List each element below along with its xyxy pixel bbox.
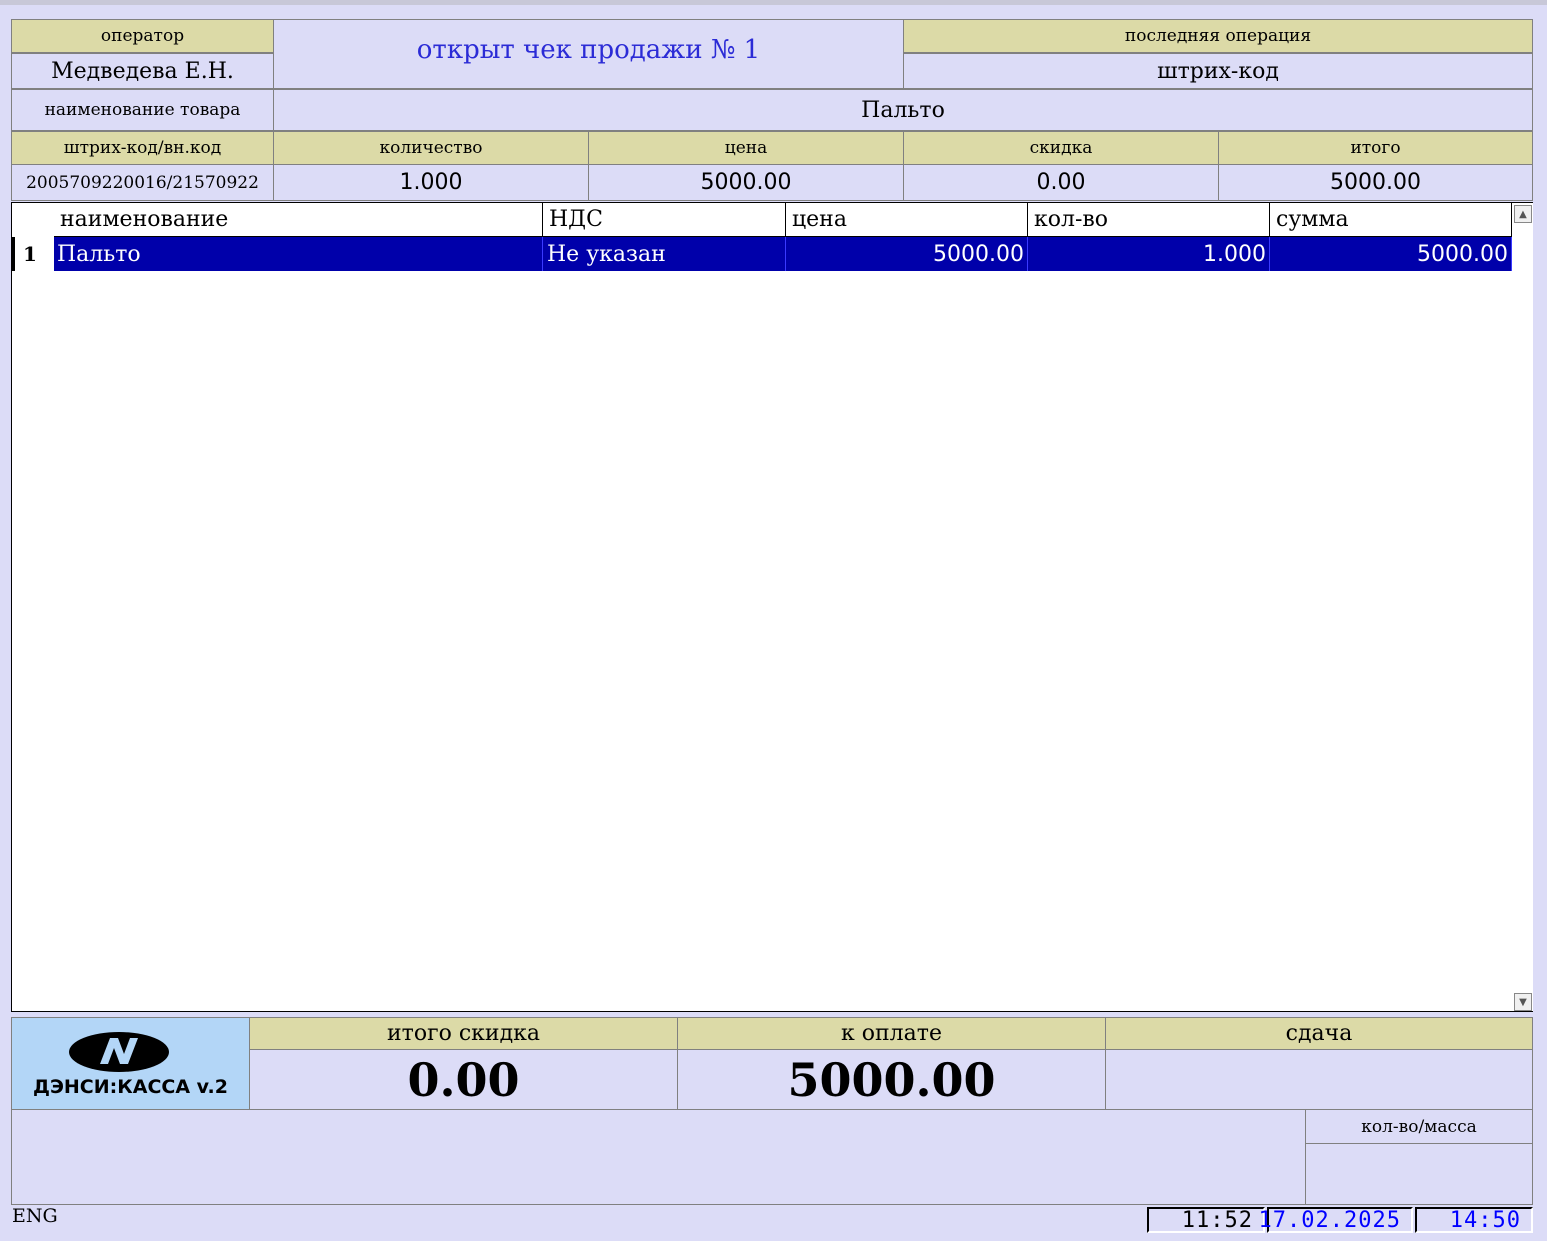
column-header-name[interactable]: наименование <box>54 203 543 237</box>
last-operation-label: последняя операция <box>903 19 1533 53</box>
top-border <box>0 0 1547 5</box>
change-label: сдача <box>1105 1017 1533 1050</box>
discount-value: 0.00 <box>903 164 1219 201</box>
column-header-qty[interactable]: кол-во <box>1028 203 1270 237</box>
clock-time-2: 14:50 <box>1415 1207 1533 1233</box>
change-value <box>1105 1049 1533 1110</box>
table-row-cell-vat[interactable]: Не указан <box>543 237 786 271</box>
price-label: цена <box>588 131 904 165</box>
column-header-price[interactable]: цена <box>786 203 1028 237</box>
check-status-title: открыт чек продажи № 1 <box>273 19 904 89</box>
qty-mass-label: кол-во/масса <box>1305 1109 1533 1144</box>
to-pay-value: 5000.00 <box>677 1049 1106 1110</box>
scroll-down-icon[interactable]: ▼ <box>1514 993 1532 1011</box>
operator-value: Медведева Е.Н. <box>11 53 274 89</box>
total-label: итого <box>1218 131 1533 165</box>
to-pay-label: к оплате <box>677 1017 1106 1050</box>
logo-text: ДЭНСИ:КАССА v.2 <box>33 1076 228 1098</box>
product-name-value: Пальто <box>273 89 1533 131</box>
price-value: 5000.00 <box>588 164 904 201</box>
total-discount-value: 0.00 <box>249 1049 678 1110</box>
column-header-sum[interactable]: сумма <box>1270 203 1512 237</box>
dancy-logo-icon <box>69 1032 169 1072</box>
row-number[interactable]: 1 <box>12 237 54 271</box>
items-table[interactable]: наименование НДС цена кол-во сумма 1 Пал… <box>11 202 1533 1012</box>
barcode-label: штрих-код/вн.код <box>11 131 274 165</box>
table-row-cell-sum[interactable]: 5000.00 <box>1270 237 1512 271</box>
table-row-cell-qty[interactable]: 1.000 <box>1028 237 1270 271</box>
last-operation-value: штрих-код <box>903 53 1533 89</box>
table-row-cell-name[interactable]: Пальто <box>54 237 543 271</box>
keyboard-language: ENG <box>12 1205 58 1227</box>
quantity-value: 1.000 <box>273 164 589 201</box>
operator-label: оператор <box>11 19 274 53</box>
barcode-value: 2005709220016/21570922 <box>11 164 274 201</box>
clock-date: 17.02.2025 <box>1259 1207 1413 1233</box>
quantity-label: количество <box>273 131 589 165</box>
scroll-up-icon[interactable]: ▲ <box>1514 205 1532 223</box>
total-value: 5000.00 <box>1218 164 1533 201</box>
column-header-vat[interactable]: НДС <box>543 203 786 237</box>
qty-mass-value[interactable] <box>1305 1143 1533 1205</box>
logo: ДЭНСИ:КАССА v.2 <box>11 1017 250 1110</box>
total-discount-label: итого скидка <box>249 1017 678 1050</box>
message-area <box>11 1109 1306 1205</box>
product-name-label: наименование товара <box>11 89 274 131</box>
clock-time-1: 11:52 <box>1147 1207 1265 1233</box>
table-row-cell-price[interactable]: 5000.00 <box>786 237 1028 271</box>
discount-label: скидка <box>903 131 1219 165</box>
